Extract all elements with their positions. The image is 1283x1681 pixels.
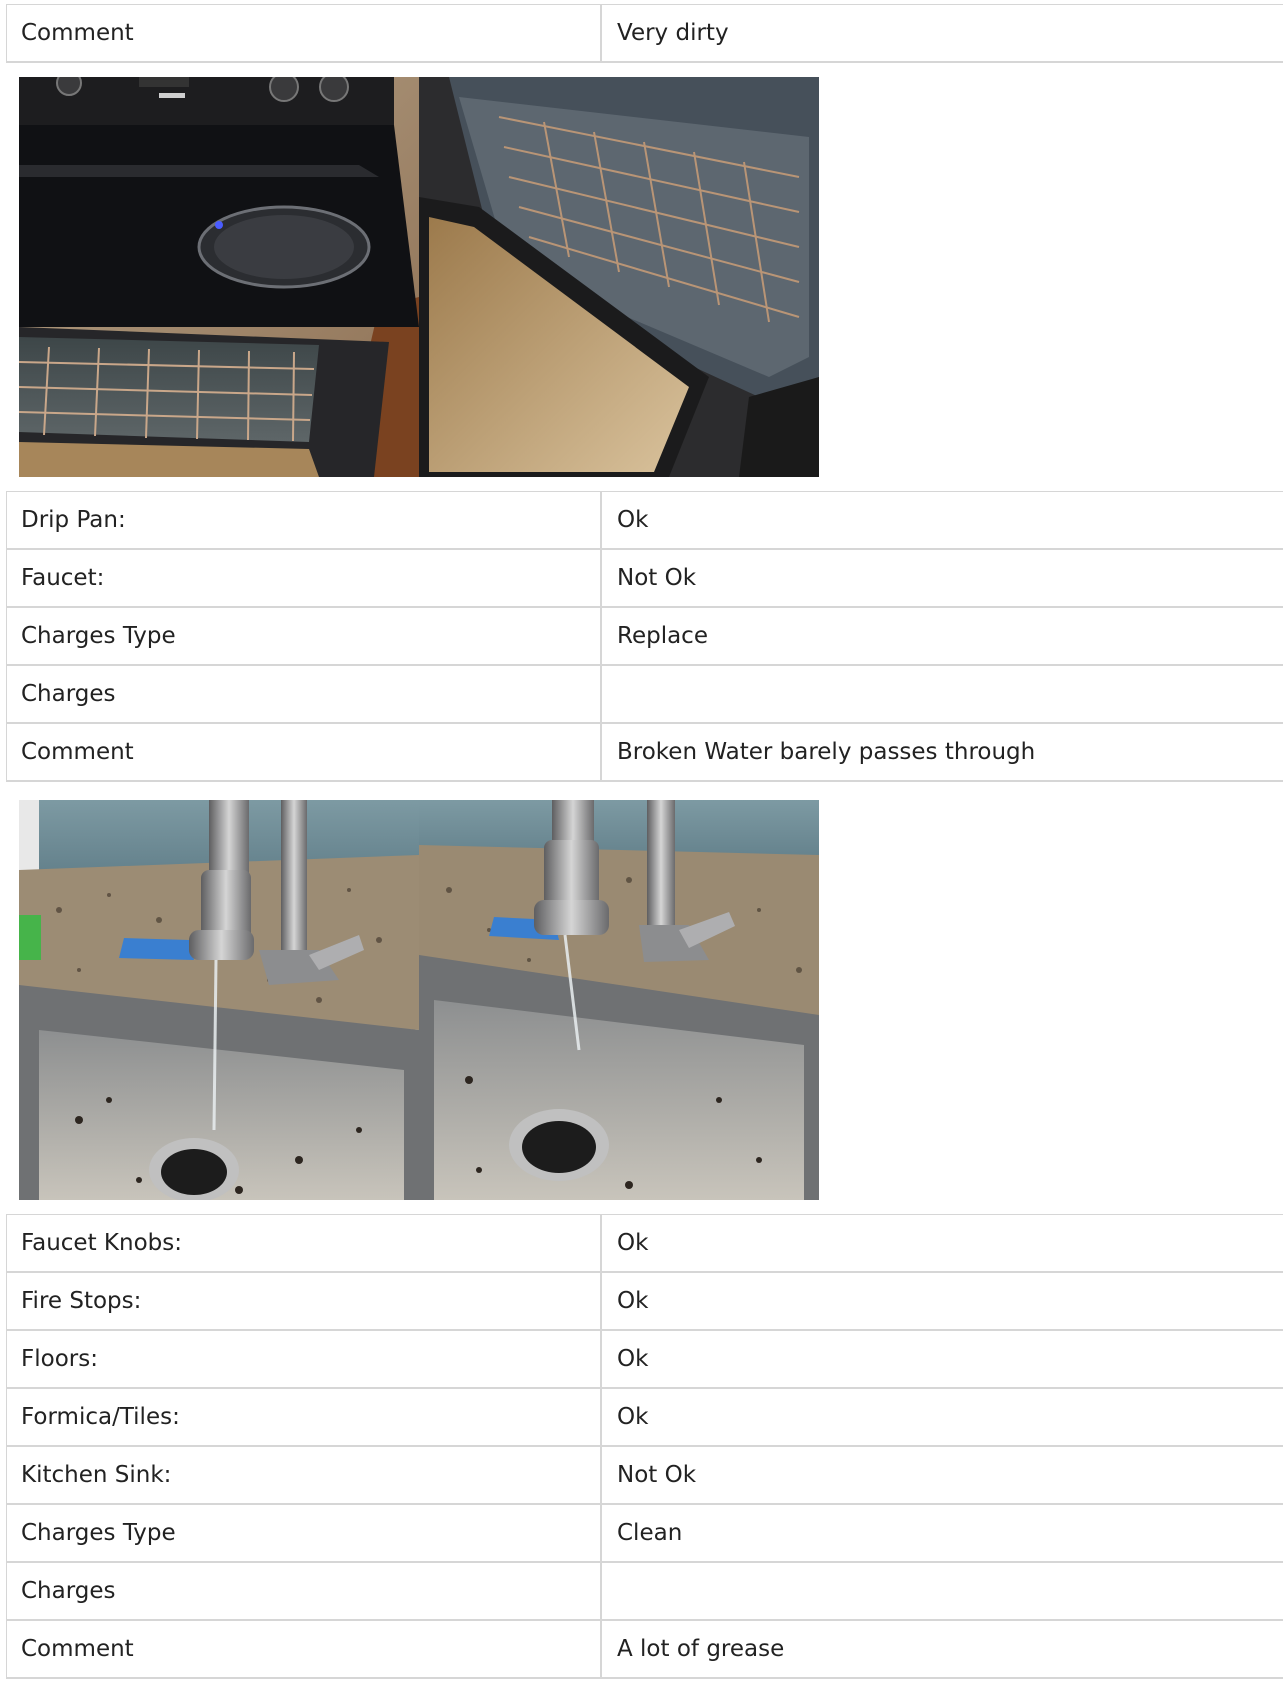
photo-strip-sink: [19, 800, 819, 1200]
table-row: Comment Broken Water barely passes throu…: [7, 724, 1283, 782]
row-value: Ok: [617, 1230, 649, 1256]
stove-oven-photo: [19, 77, 419, 477]
table-row: Faucet Knobs: Ok: [7, 1215, 1283, 1273]
row-label: Charges: [7, 666, 602, 722]
row-value: A lot of grease: [617, 1636, 785, 1662]
table-row: Charges Type Replace: [7, 608, 1283, 666]
faucet-sink-photo: [419, 800, 819, 1200]
table-row: Charges: [7, 1563, 1283, 1621]
row-value: [602, 1563, 1283, 1619]
table-row: Drip Pan: Ok: [7, 492, 1283, 550]
row-label: Comment: [7, 1621, 602, 1677]
table-row: Formica/Tiles: Ok: [7, 1389, 1283, 1447]
inspection-table-3: Faucet Knobs: Ok Fire Stops: Ok Floors: …: [6, 1214, 1283, 1679]
row-value: Broken Water barely passes through: [617, 739, 1036, 765]
table-row: Faucet: Not Ok: [7, 550, 1283, 608]
table-row: Charges Type Clean: [7, 1505, 1283, 1563]
row-label: Fire Stops:: [7, 1273, 602, 1329]
row-label: Faucet Knobs:: [7, 1215, 602, 1271]
photo-strip-oven: [19, 77, 819, 477]
row-label: Floors:: [7, 1331, 602, 1387]
open-oven-photo: [419, 77, 819, 477]
row-label: Charges Type: [7, 608, 602, 664]
table-row: Comment A lot of grease: [7, 1621, 1283, 1679]
row-value: Ok: [617, 1346, 649, 1372]
table-row: Charges: [7, 666, 1283, 724]
row-value: Not Ok: [617, 565, 697, 591]
table-row: Comment Very dirty: [7, 5, 1283, 63]
row-value: Ok: [617, 1404, 649, 1430]
row-value: Replace: [617, 623, 708, 649]
row-label: Charges Type: [7, 1505, 602, 1561]
table-row: Floors: Ok: [7, 1331, 1283, 1389]
row-label: Faucet:: [7, 550, 602, 606]
row-value: [602, 666, 1283, 722]
row-label: Charges: [7, 1563, 602, 1619]
inspection-table-2: Drip Pan: Ok Faucet: Not Ok Charges Type…: [6, 491, 1283, 782]
table-row: Fire Stops: Ok: [7, 1273, 1283, 1331]
row-label: Comment: [7, 5, 602, 61]
inspection-table-1: Comment Very dirty: [6, 4, 1283, 63]
table-row: Kitchen Sink: Not Ok: [7, 1447, 1283, 1505]
row-value: Not Ok: [617, 1462, 697, 1488]
row-label: Comment: [7, 724, 602, 780]
row-value: Ok: [617, 1288, 649, 1314]
row-label: Formica/Tiles:: [7, 1389, 602, 1445]
row-label: Drip Pan:: [7, 492, 602, 548]
faucet-sink-photo: [19, 800, 419, 1200]
row-value: Very dirty: [617, 20, 729, 46]
row-label: Kitchen Sink:: [7, 1447, 602, 1503]
row-value: Ok: [617, 507, 649, 533]
row-value: Clean: [617, 1520, 683, 1546]
